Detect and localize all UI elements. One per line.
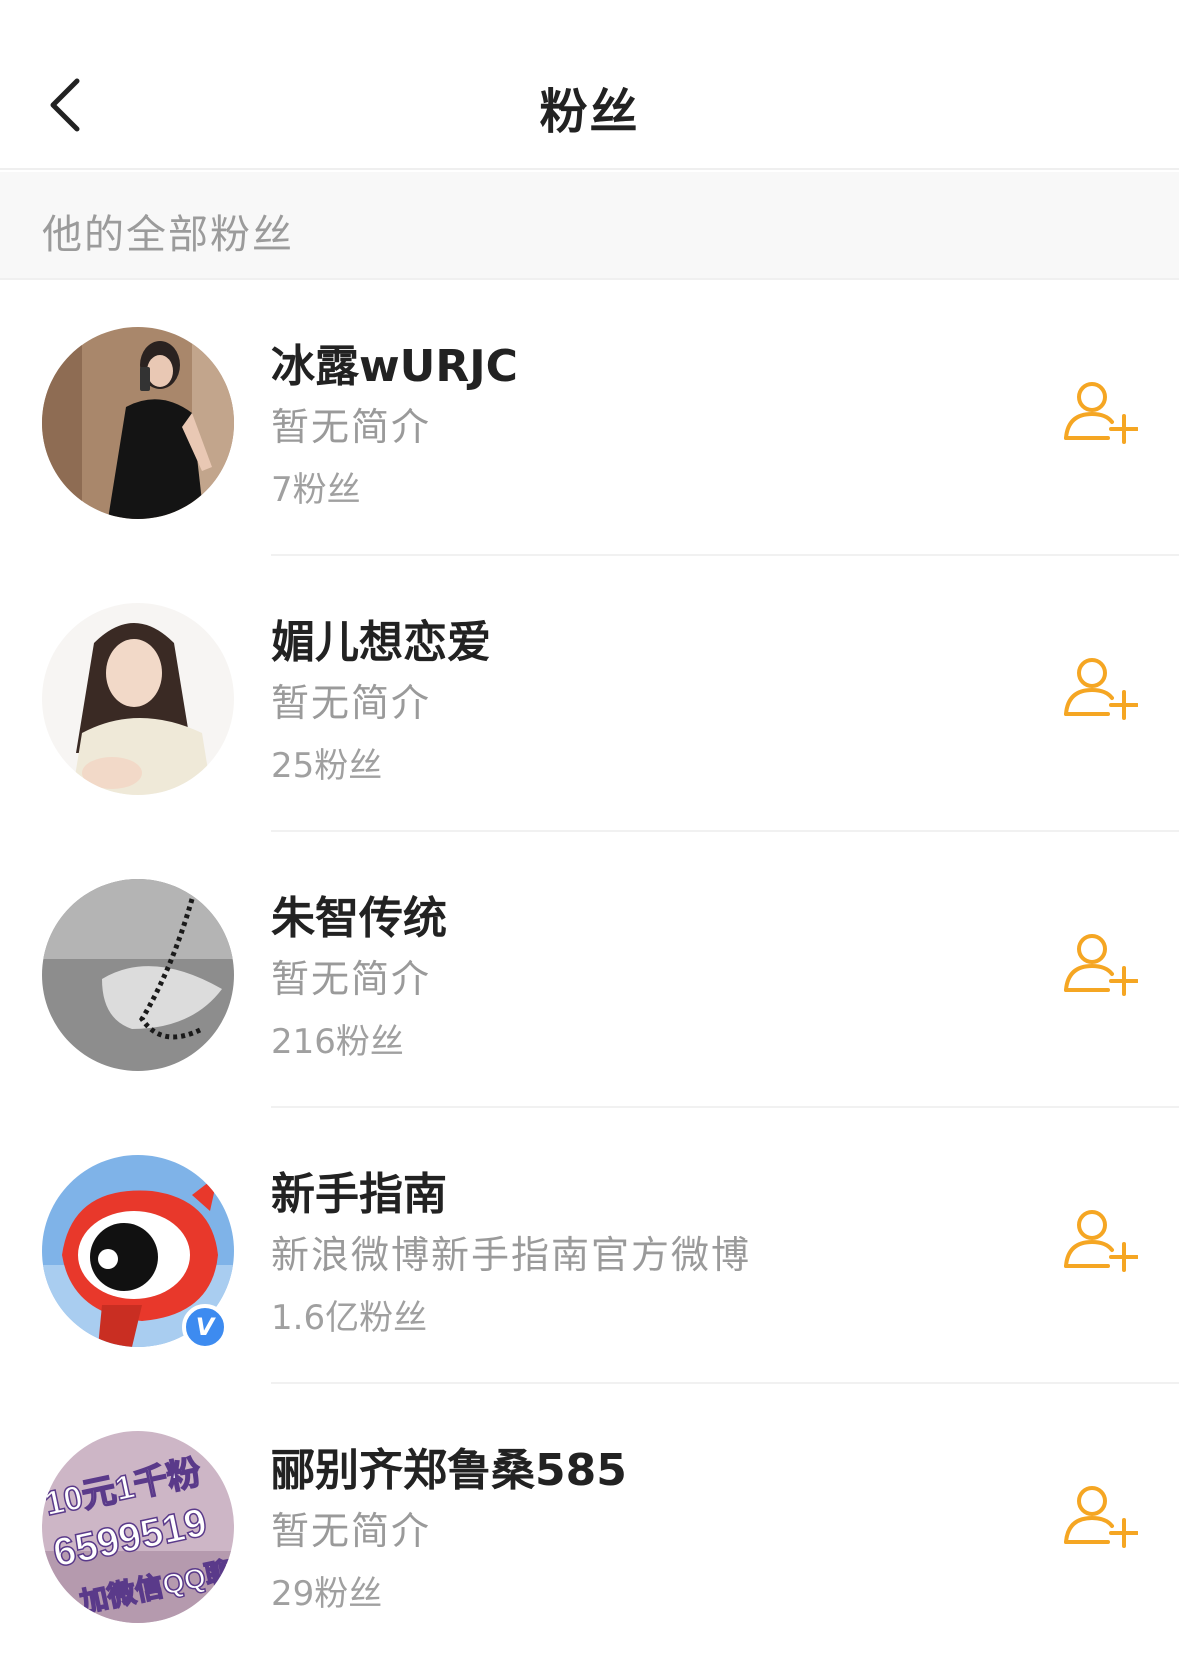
- page-title: 粉丝: [539, 84, 640, 140]
- avatar[interactable]: 10元1千粉 6599519 加微信QQ聊: [42, 1431, 234, 1623]
- user-name[interactable]: 新手指南: [271, 1158, 447, 1222]
- section-header: 他的全部粉丝: [0, 172, 1179, 280]
- follow-button[interactable]: [1062, 1208, 1139, 1272]
- list-item[interactable]: 冰露wURJC 暂无简介 7粉丝: [0, 280, 1179, 556]
- follow-button[interactable]: [1062, 1484, 1139, 1548]
- user-bio: 新浪微博新手指南官方微博: [271, 1233, 752, 1277]
- user-name[interactable]: 媚儿想恋爱: [271, 606, 491, 670]
- add-user-icon: [1064, 382, 1139, 444]
- follow-button[interactable]: [1062, 380, 1139, 444]
- user-bio: 暂无简介: [271, 405, 432, 449]
- fans-count: 29粉丝: [271, 1574, 383, 1614]
- list-item[interactable]: 朱智传统 暂无简介 216粉丝: [0, 832, 1179, 1108]
- avatar[interactable]: [42, 603, 234, 795]
- fans-count: 216粉丝: [271, 1022, 404, 1062]
- follow-button[interactable]: [1062, 932, 1139, 996]
- user-name[interactable]: 郦别齐郑鲁桑585: [271, 1434, 627, 1498]
- follow-button[interactable]: [1062, 656, 1139, 720]
- fans-count: 25粉丝: [271, 746, 383, 786]
- fans-count: 1.6亿粉丝: [271, 1298, 428, 1338]
- list-item[interactable]: V 新手指南 新浪微博新手指南官方微博 1.6亿粉丝: [0, 1108, 1179, 1384]
- fans-list: 冰露wURJC 暂无简介 7粉丝 媚儿想恋爱 暂无简介 25粉丝 朱智传统 暂无…: [0, 280, 1179, 1660]
- list-item[interactable]: 媚儿想恋爱 暂无简介 25粉丝: [0, 556, 1179, 832]
- add-user-icon: [1064, 1486, 1139, 1548]
- avatar[interactable]: [42, 879, 234, 1071]
- user-bio: 暂无简介: [271, 681, 432, 725]
- user-bio: 暂无简介: [271, 957, 432, 1001]
- verified-badge: V: [182, 1304, 228, 1350]
- navigation-bar: 粉丝: [0, 0, 1179, 170]
- section-label: 他的全部粉丝: [42, 212, 294, 258]
- add-user-icon: [1064, 934, 1139, 996]
- add-user-icon: [1064, 658, 1139, 720]
- avatar[interactable]: [42, 327, 234, 519]
- add-user-icon: [1064, 1210, 1139, 1272]
- fans-count: 7粉丝: [271, 470, 361, 510]
- user-name[interactable]: 朱智传统: [271, 882, 447, 946]
- user-bio: 暂无简介: [271, 1509, 432, 1553]
- list-item[interactable]: 10元1千粉 6599519 加微信QQ聊 郦别齐郑鲁桑585 暂无简介 29粉…: [0, 1384, 1179, 1660]
- user-name[interactable]: 冰露wURJC: [271, 330, 518, 394]
